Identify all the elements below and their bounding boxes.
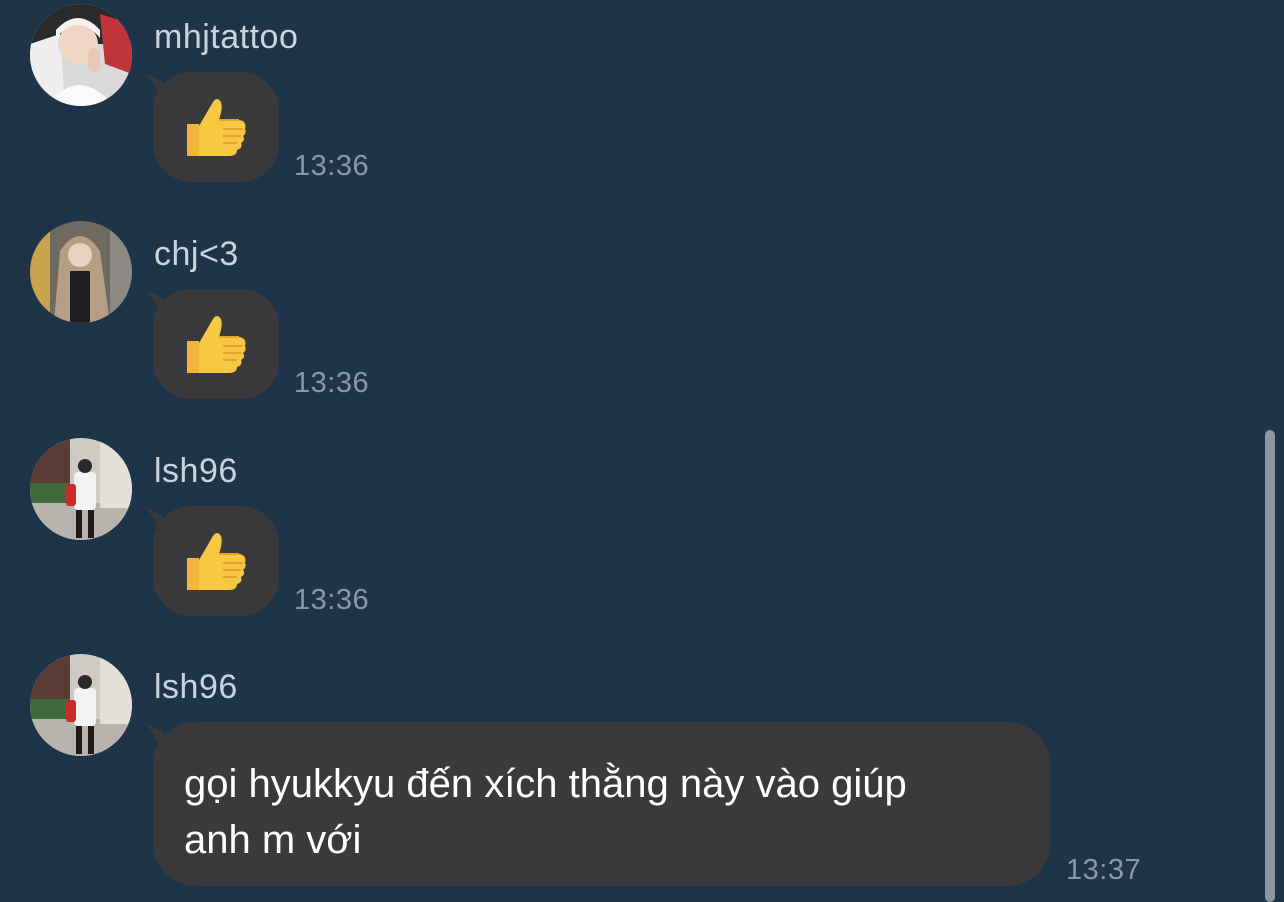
message-time: 13:36 <box>294 584 370 616</box>
message-bubble[interactable]: gọi hyukkyu đến xích thằng này vào giúp … <box>144 722 1050 886</box>
message-item[interactable]: lsh96 gọi hyukkyu đến xích thằng này vào… <box>0 654 1250 902</box>
avatar-lsh96-image <box>30 654 132 756</box>
avatar[interactable] <box>30 654 132 756</box>
sender-name: lsh96 <box>154 452 238 490</box>
message-time: 13:37 <box>1066 854 1142 886</box>
scrollbar[interactable] <box>1265 430 1275 902</box>
message-bubble[interactable] <box>144 289 279 399</box>
sender-name: mhjtattoo <box>154 18 299 56</box>
avatar-mhjtattoo-image <box>30 4 132 106</box>
thumbs-up-icon <box>183 96 249 158</box>
message-item[interactable]: chj<3 13:36 <box>0 221 1250 421</box>
bubble-tail <box>144 74 168 96</box>
avatar[interactable] <box>30 438 132 540</box>
thumbs-up-icon <box>183 313 249 375</box>
avatar[interactable] <box>30 4 132 106</box>
message-bubble[interactable] <box>144 506 279 616</box>
message-item[interactable]: mhjtattoo 13:36 <box>0 4 1250 204</box>
avatar-lsh96-image <box>30 438 132 540</box>
message-time: 13:36 <box>294 150 370 182</box>
sender-name: chj<3 <box>154 235 239 273</box>
bubble-tail <box>144 291 168 313</box>
message-text: gọi hyukkyu đến xích thằng này vào giúp … <box>184 762 907 862</box>
sender-name: lsh96 <box>154 668 238 706</box>
avatar-chj-image <box>30 221 132 323</box>
avatar[interactable] <box>30 221 132 323</box>
message-time: 13:36 <box>294 367 370 399</box>
chat-view: mhjtattoo 13:36 chj<3 13:36 lsh96 13:36 … <box>0 0 1284 902</box>
message-item[interactable]: lsh96 13:36 <box>0 438 1250 638</box>
bubble-tail <box>144 508 168 530</box>
bubble-tail <box>144 724 168 746</box>
thumbs-up-icon <box>183 530 249 592</box>
message-bubble[interactable] <box>144 72 279 182</box>
